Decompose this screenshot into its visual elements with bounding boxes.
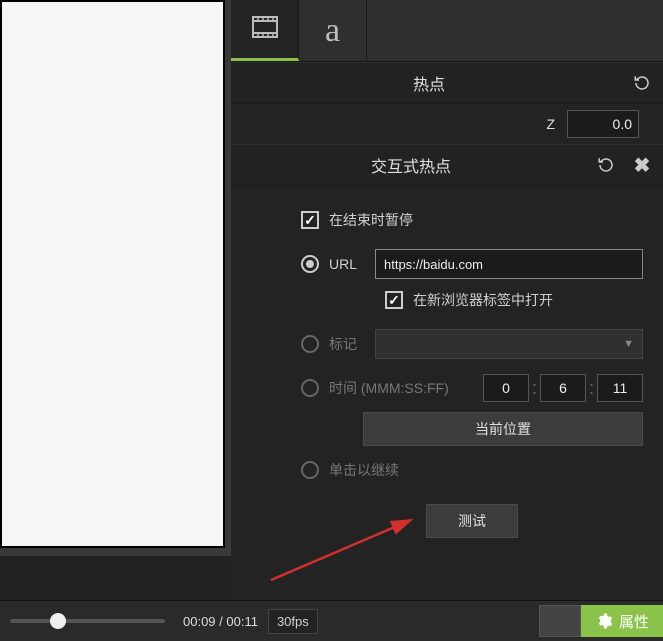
marker-select[interactable]: ▼	[375, 329, 643, 359]
text-a-icon: a	[325, 12, 340, 50]
z-input[interactable]	[567, 110, 639, 138]
zoom-slider-thumb[interactable]	[50, 613, 66, 629]
collapsed-panel-handle[interactable]	[539, 605, 581, 637]
pause-checkbox[interactable]	[301, 211, 319, 229]
time-sec-input[interactable]	[540, 374, 586, 402]
pause-row: 在结束时暂停	[301, 202, 643, 238]
properties-panel: 热点 Z 交互式热点 ✖ 在结束时暂停 URL 在新浏览器标签中打开	[231, 62, 663, 600]
footer-right: 属性	[539, 605, 663, 637]
interactive-body: 在结束时暂停 URL 在新浏览器标签中打开 标记 ▼ 时间 (MMM:SS:FF…	[231, 186, 663, 538]
click-continue-radio[interactable]	[301, 461, 319, 479]
right-panel-tabs: a	[231, 0, 663, 62]
zoom-slider[interactable]	[10, 619, 165, 623]
time-inputs: : :	[483, 374, 643, 402]
tab-visual-properties[interactable]	[231, 0, 299, 61]
section-header-hotspot: 热点	[231, 62, 663, 104]
click-continue-label: 单击以继续	[329, 460, 399, 480]
z-row: Z	[231, 104, 663, 144]
bottom-bar: 00:09 / 00:11 30fps 属性	[0, 600, 663, 641]
interactive-title: 交互式热点	[231, 153, 591, 177]
reset-hotspot-icon[interactable]	[627, 68, 657, 98]
time-frame-input[interactable]	[597, 374, 643, 402]
current-position-button[interactable]: 当前位置	[363, 412, 643, 446]
filmstrip-icon	[252, 13, 278, 45]
url-input[interactable]	[375, 249, 643, 279]
section-header-interactive: 交互式热点 ✖	[231, 144, 663, 186]
time-min-input[interactable]	[483, 374, 529, 402]
reset-interactive-icon[interactable]	[591, 150, 621, 180]
time-row: 时间 (MMM:SS:FF) : :	[301, 370, 643, 406]
url-label: URL	[329, 256, 365, 272]
chevron-down-icon: ▼	[623, 338, 634, 350]
close-icon[interactable]: ✖	[627, 150, 657, 180]
newtab-checkbox[interactable]	[385, 291, 403, 309]
properties-button[interactable]: 属性	[581, 605, 663, 637]
click-continue-row: 单击以继续	[301, 452, 643, 488]
gear-icon	[595, 612, 613, 630]
url-radio[interactable]	[301, 255, 319, 273]
time-radio[interactable]	[301, 379, 319, 397]
z-label: Z	[546, 116, 555, 132]
hotspot-title: 热点	[231, 71, 627, 95]
time-display: 00:09 / 00:11	[183, 614, 258, 629]
url-row: URL	[301, 246, 643, 282]
preview-canvas[interactable]	[0, 0, 225, 548]
newtab-label: 在新浏览器标签中打开	[413, 290, 553, 310]
test-button[interactable]: 测试	[426, 504, 518, 538]
newtab-row: 在新浏览器标签中打开	[385, 282, 643, 318]
marker-radio[interactable]	[301, 335, 319, 353]
pause-label: 在结束时暂停	[329, 210, 413, 230]
preview-area	[0, 0, 231, 556]
marker-label: 标记	[329, 334, 365, 354]
fps-display[interactable]: 30fps	[268, 609, 318, 634]
time-label: 时间 (MMM:SS:FF)	[329, 378, 449, 398]
tab-text[interactable]: a	[299, 0, 367, 61]
marker-row: 标记 ▼	[301, 326, 643, 362]
